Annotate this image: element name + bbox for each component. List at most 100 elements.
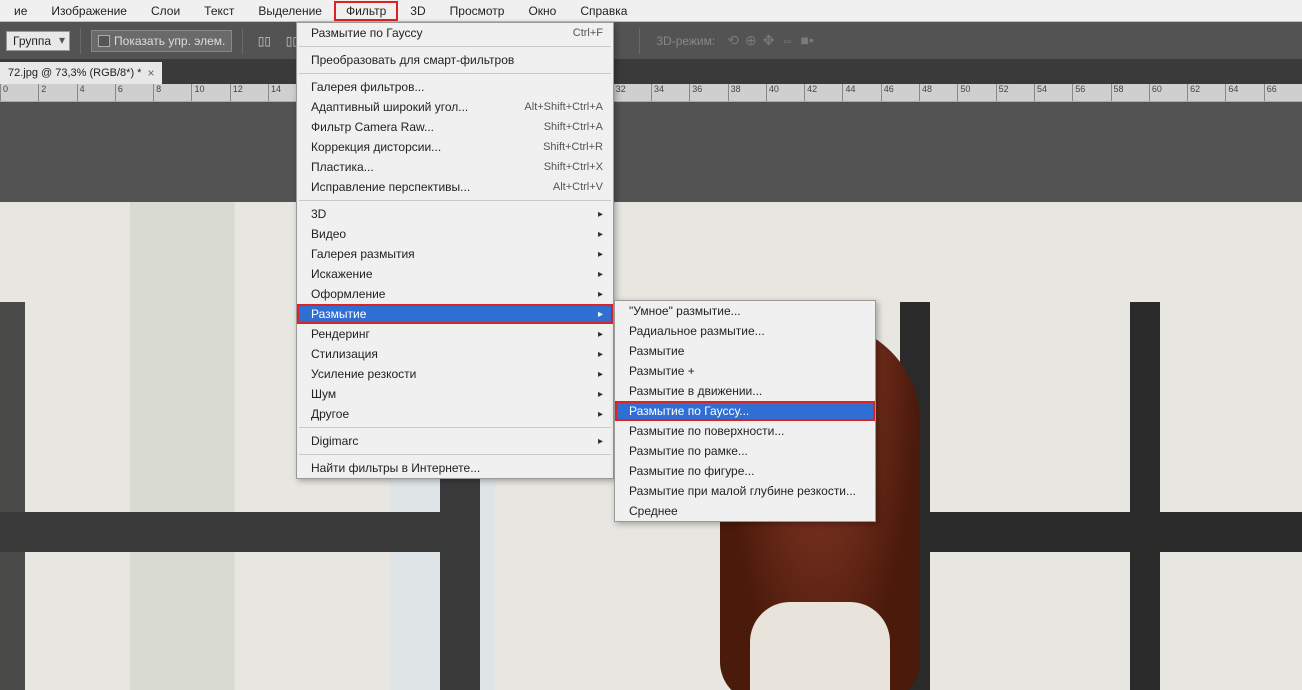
submenu-arrow-icon: ▸ <box>598 289 603 300</box>
mode3d-tools: ⟲ ⊕ ✥ ⇔ ■• <box>727 32 814 49</box>
menu-sub-blur[interactable]: Размытие ▸ <box>297 304 613 324</box>
menu-label: Размытие по поверхности... <box>629 424 784 438</box>
menu-3d[interactable]: 3D <box>398 1 437 21</box>
separator <box>639 28 640 54</box>
menu-adaptive-wide[interactable]: Адаптивный широкий угол... Alt+Shift+Ctr… <box>297 97 613 117</box>
menu-edit-partial[interactable]: ие <box>2 1 39 21</box>
menu-label: Размытие при малой глубине резкости... <box>629 484 856 498</box>
ruler-tick: 12 <box>230 84 243 101</box>
menu-label: Другое <box>311 407 349 421</box>
menu-convert-smart[interactable]: Преобразовать для смарт-фильтров <box>297 50 613 70</box>
submenu-radial-blur[interactable]: Радиальное размытие... <box>615 321 875 341</box>
menu-label: Галерея размытия <box>311 247 415 261</box>
orbit-icon[interactable]: ⟲ <box>727 32 739 49</box>
submenu-arrow-icon: ▸ <box>598 389 603 400</box>
submenu-arrow-icon: ▸ <box>598 369 603 380</box>
submenu-box-blur[interactable]: Размытие по рамке... <box>615 441 875 461</box>
separator <box>299 73 611 74</box>
menu-help[interactable]: Справка <box>568 1 639 21</box>
zoom-icon[interactable]: ■• <box>800 32 813 49</box>
horizontal-ruler: 0246810121416182022242628303234363840424… <box>0 84 1302 102</box>
ruler-tick: 52 <box>996 84 1009 101</box>
menu-label: Пластика... <box>311 160 374 174</box>
menu-label: Среднее <box>629 504 678 518</box>
show-controls-checkbox[interactable]: Показать упр. элем. <box>91 30 232 52</box>
ruler-tick: 54 <box>1034 84 1047 101</box>
ruler-tick: 32 <box>613 84 626 101</box>
ruler-tick: 34 <box>651 84 664 101</box>
align-icon-1[interactable]: ▯▯ <box>253 30 275 52</box>
menu-label: Исправление перспективы... <box>311 180 470 194</box>
menu-window[interactable]: Окно <box>516 1 568 21</box>
menu-camera-raw[interactable]: Фильтр Camera Raw... Shift+Ctrl+A <box>297 117 613 137</box>
menu-label: Digimarc <box>311 434 358 448</box>
menu-sub-other[interactable]: Другое ▸ <box>297 404 613 424</box>
menu-label: 3D <box>311 207 326 221</box>
menu-label: Радиальное размытие... <box>629 324 765 338</box>
photo-detail <box>0 302 25 690</box>
menu-select[interactable]: Выделение <box>246 1 334 21</box>
menu-sub-distort[interactable]: Искажение ▸ <box>297 264 613 284</box>
ruler-tick: 66 <box>1264 84 1277 101</box>
ruler-tick: 8 <box>153 84 161 101</box>
menu-sub-pixelate[interactable]: Оформление ▸ <box>297 284 613 304</box>
menu-sub-render[interactable]: Рендеринг ▸ <box>297 324 613 344</box>
submenu-blur[interactable]: Размытие <box>615 341 875 361</box>
menu-sub-blur-gallery[interactable]: Галерея размытия ▸ <box>297 244 613 264</box>
document-tab[interactable]: 72.jpg @ 73,3% (RGB/8*) * × <box>0 62 162 84</box>
slide-icon[interactable]: ⇔ <box>780 32 794 49</box>
separator <box>299 46 611 47</box>
menu-label: Видео <box>311 227 346 241</box>
submenu-surface-blur[interactable]: Размытие по поверхности... <box>615 421 875 441</box>
photo-detail <box>1130 302 1160 690</box>
menu-label: Размытие <box>311 307 366 321</box>
menu-label: Искажение <box>311 267 373 281</box>
menu-sub-sharpen[interactable]: Усиление резкости ▸ <box>297 364 613 384</box>
separator <box>299 427 611 428</box>
menu-sub-3d[interactable]: 3D ▸ <box>297 204 613 224</box>
menu-lens-correction[interactable]: Коррекция дисторсии... Shift+Ctrl+R <box>297 137 613 157</box>
menu-last-filter[interactable]: Размытие по Гауссу Ctrl+F <box>297 23 613 43</box>
submenu-gaussian-blur[interactable]: Размытие по Гауссу... <box>615 401 875 421</box>
submenu-lens-blur[interactable]: Размытие при малой глубине резкости... <box>615 481 875 501</box>
pan-icon[interactable]: ✥ <box>763 32 775 49</box>
menu-vanishing-point[interactable]: Исправление перспективы... Alt+Ctrl+V <box>297 177 613 197</box>
submenu-shape-blur[interactable]: Размытие по фигуре... <box>615 461 875 481</box>
menu-label: Размытие по фигуре... <box>629 464 754 478</box>
menu-filter[interactable]: Фильтр <box>334 1 398 21</box>
submenu-blur-more[interactable]: Размытие + <box>615 361 875 381</box>
submenu-average[interactable]: Среднее <box>615 501 875 521</box>
menu-digimarc[interactable]: Digimarc ▸ <box>297 431 613 451</box>
menu-browse-online[interactable]: Найти фильтры в Интернете... <box>297 458 613 478</box>
ruler-tick: 64 <box>1225 84 1238 101</box>
checkbox-icon <box>98 35 110 47</box>
menu-sub-video[interactable]: Видео ▸ <box>297 224 613 244</box>
ruler-tick: 38 <box>728 84 741 101</box>
roll-icon[interactable]: ⊕ <box>745 32 757 49</box>
menu-shortcut: Shift+Ctrl+R <box>543 141 603 153</box>
menu-liquify[interactable]: Пластика... Shift+Ctrl+X <box>297 157 613 177</box>
menu-view[interactable]: Просмотр <box>438 1 517 21</box>
submenu-arrow-icon: ▸ <box>598 436 603 447</box>
menu-sub-noise[interactable]: Шум ▸ <box>297 384 613 404</box>
menu-label: Адаптивный широкий угол... <box>311 100 468 114</box>
ruler-tick: 36 <box>689 84 702 101</box>
menu-filter-gallery[interactable]: Галерея фильтров... <box>297 77 613 97</box>
submenu-arrow-icon: ▸ <box>598 329 603 340</box>
submenu-motion-blur[interactable]: Размытие в движении... <box>615 381 875 401</box>
filter-dropdown: Размытие по Гауссу Ctrl+F Преобразовать … <box>296 22 614 479</box>
menu-sub-stylize[interactable]: Стилизация ▸ <box>297 344 613 364</box>
menu-layers[interactable]: Слои <box>139 1 192 21</box>
group-select[interactable]: Группа <box>6 31 70 51</box>
submenu-arrow-icon: ▸ <box>598 229 603 240</box>
menu-label: Галерея фильтров... <box>311 80 424 94</box>
separator <box>80 28 81 54</box>
menu-text[interactable]: Текст <box>192 1 246 21</box>
menu-label: Фильтр Camera Raw... <box>311 120 434 134</box>
menu-image[interactable]: Изображение <box>39 1 139 21</box>
menu-shortcut: Shift+Ctrl+A <box>544 121 603 133</box>
menu-label: Размытие по Гауссу <box>311 26 422 40</box>
document-tab-title: 72.jpg @ 73,3% (RGB/8*) * <box>8 67 141 79</box>
submenu-smart-blur[interactable]: "Умное" размытие... <box>615 301 875 321</box>
close-icon[interactable]: × <box>147 66 154 80</box>
